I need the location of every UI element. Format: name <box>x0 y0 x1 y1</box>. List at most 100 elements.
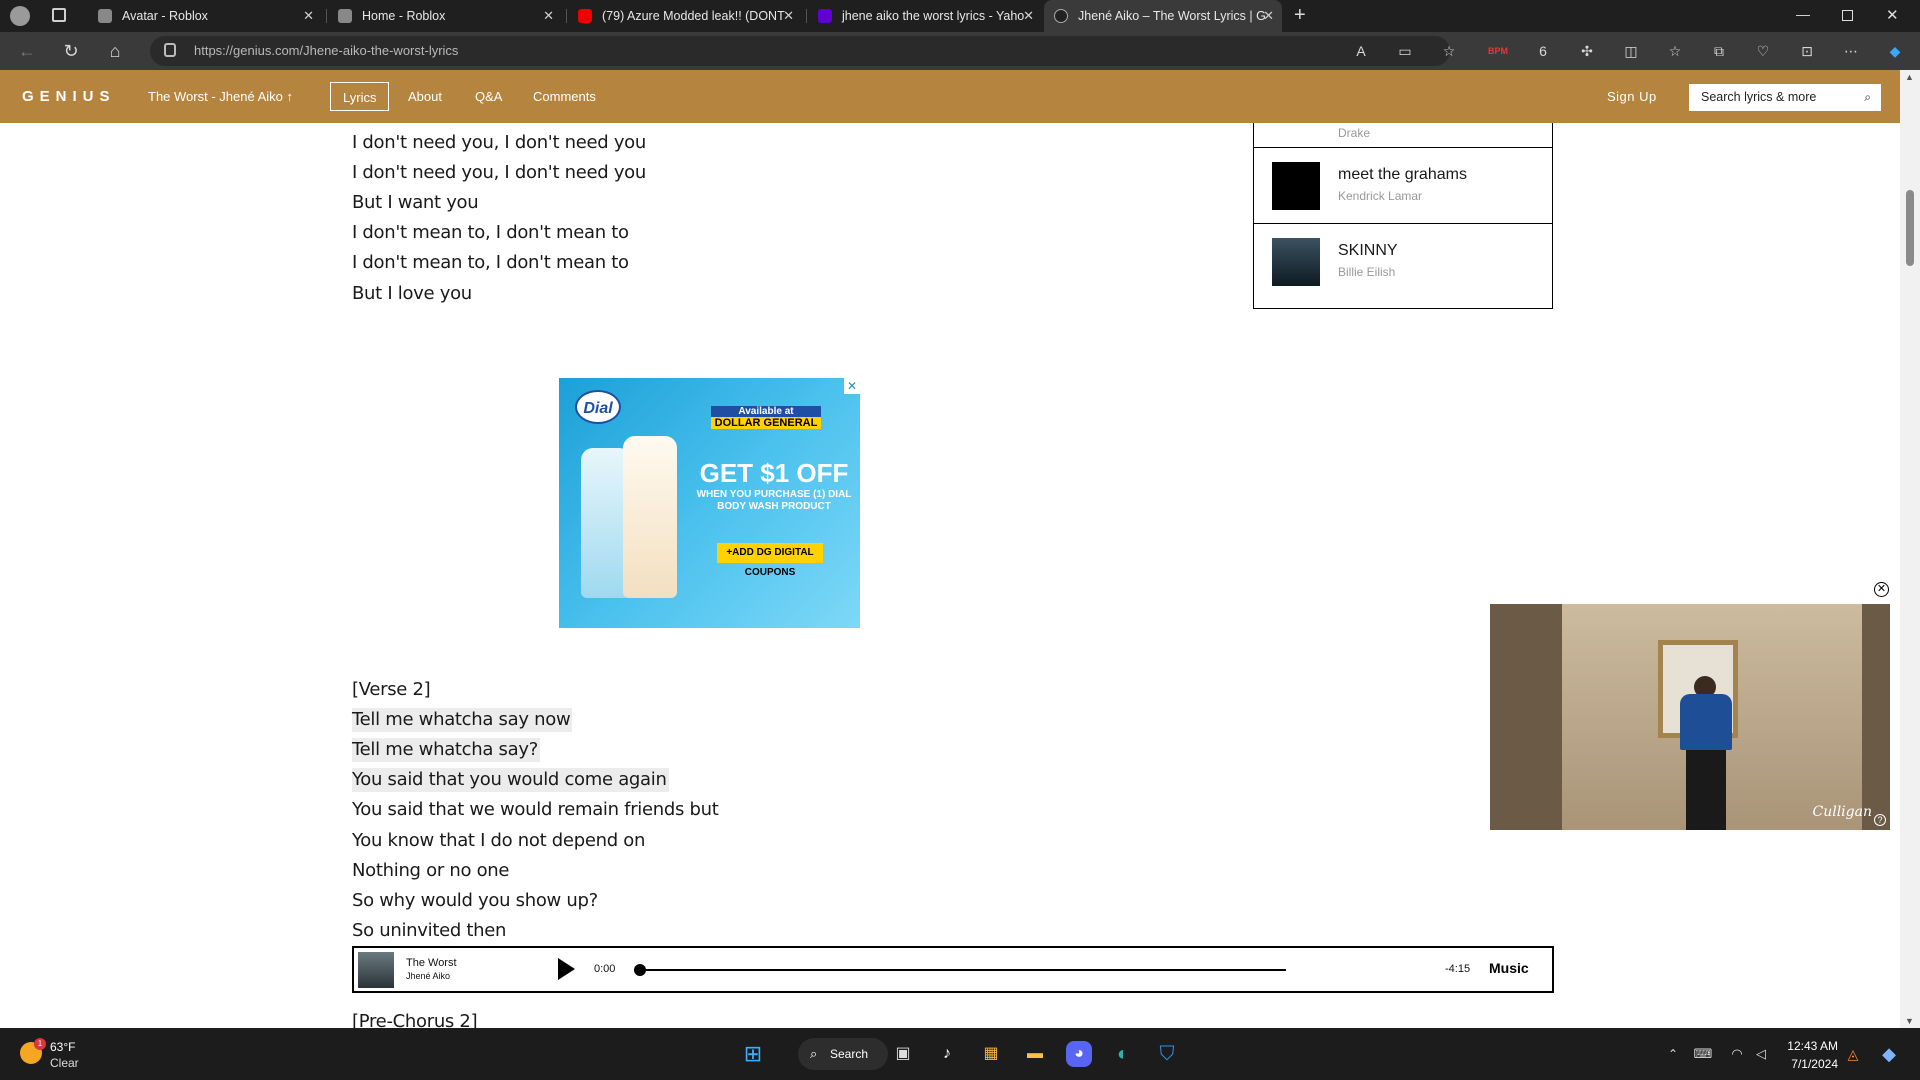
extension-red-icon[interactable]: BPM <box>1487 40 1509 62</box>
close-tab-icon[interactable]: ✕ <box>543 0 554 32</box>
notification-bell-icon[interactable]: ◬ <box>1840 1041 1866 1067</box>
close-tab-icon[interactable]: ✕ <box>303 0 314 32</box>
roblox-icon <box>338 9 352 23</box>
apple-music-logo[interactable]: Music <box>1489 960 1529 976</box>
favorite-star-icon[interactable]: ☆ <box>1438 40 1460 62</box>
scroll-up-icon[interactable]: ▲ <box>1905 72 1914 82</box>
close-tab-icon[interactable]: ✕ <box>1263 0 1274 32</box>
favorites-icon[interactable]: ☆ <box>1664 40 1686 62</box>
tab-avatar-roblox[interactable]: Avatar - Roblox ✕ <box>88 0 322 32</box>
url-text[interactable]: https://genius.com/Jhene-aiko-the-worst-… <box>194 36 458 66</box>
copilot-taskbar-icon[interactable]: ◆ <box>1876 1041 1902 1067</box>
tiktok-icon[interactable]: ♪ <box>934 1041 960 1067</box>
close-tab-icon[interactable]: ✕ <box>783 0 794 32</box>
windows-start-icon[interactable]: ⊞ <box>740 1041 766 1067</box>
lyric-line[interactable]: I don't mean to, I don't mean to <box>352 251 629 275</box>
lyric-line[interactable]: So why would you show up? <box>352 889 598 913</box>
ad-close-icon[interactable]: ✕ <box>844 378 860 394</box>
tab-yahoo[interactable]: jhene aiko the worst lyrics - Yaho ✕ <box>808 0 1042 32</box>
lyric-line[interactable]: But I want you <box>352 191 479 215</box>
info-icon[interactable]: ? <box>1874 814 1886 826</box>
lyric-line[interactable]: I don't mean to, I don't mean to <box>352 221 629 245</box>
lyric-line[interactable]: I don't need you, I don't need you <box>352 161 646 185</box>
progress-knob[interactable] <box>634 964 646 976</box>
wifi-icon[interactable]: ◠ <box>1724 1041 1750 1067</box>
tab-genius[interactable]: Jhené Aiko – The Worst Lyrics | G ✕ <box>1044 0 1282 32</box>
lyric-line[interactable]: You know that I do not depend on <box>352 829 645 853</box>
lyric-line[interactable]: So uninvited then <box>352 919 506 943</box>
restore-button[interactable] <box>1842 10 1853 21</box>
lyric-line-annotated[interactable]: You said that you would come again <box>352 768 669 792</box>
search-input[interactable]: Search lyrics & more ⌕ <box>1689 84 1881 111</box>
tab-lyrics[interactable]: Lyrics <box>330 82 390 111</box>
tab-youtube[interactable]: (79) Azure Modded leak!! (DONT ✕ <box>568 0 802 32</box>
volume-icon[interactable]: ◁ <box>1748 1041 1774 1067</box>
album-art <box>358 952 394 988</box>
weather-temperature[interactable]: 63°F <box>50 1040 75 1054</box>
tab-comments[interactable]: Comments <box>521 82 608 111</box>
copilot-icon[interactable]: ◆ <box>1884 40 1906 62</box>
search-icon[interactable]: ⌕ <box>1864 84 1871 111</box>
sign-up-link[interactable]: Sign Up <box>1607 70 1657 123</box>
more-menu-icon[interactable]: ⋯ <box>1840 40 1862 62</box>
tab-actions-icon[interactable] <box>52 8 66 22</box>
lyric-line[interactable]: But I love you <box>352 282 472 306</box>
profile-avatar[interactable] <box>10 6 30 26</box>
address-bar[interactable]: https://genius.com/Jhene-aiko-the-worst-… <box>150 36 1455 66</box>
edge-browser-icon[interactable]: ◐ <box>1110 1041 1136 1067</box>
lyric-line[interactable]: I don't need you, I don't need you <box>352 131 646 155</box>
lyric-line[interactable]: Nothing or no one <box>352 859 509 883</box>
file-explorer-icon[interactable]: ▬ <box>1022 1041 1048 1067</box>
collections-icon[interactable]: ⧉ <box>1708 40 1730 62</box>
read-aloud-icon[interactable]: A <box>1350 40 1372 62</box>
home-icon[interactable]: ⌂ <box>104 40 126 62</box>
clock-date[interactable]: 7/1/2024 <box>1780 1057 1838 1071</box>
lock-icon[interactable] <box>164 43 176 57</box>
extensions-puzzle-icon[interactable]: ✣ <box>1576 40 1598 62</box>
screenshot-icon[interactable]: ⊡ <box>1796 40 1818 62</box>
side-artist-drake[interactable]: Drake <box>1338 126 1370 140</box>
section-header[interactable]: [Pre-Chorus 2] <box>352 1010 478 1028</box>
scroll-down-icon[interactable]: ▼ <box>1905 1016 1914 1026</box>
windows-security-icon[interactable]: ⛉ <box>1154 1041 1180 1067</box>
list-item[interactable]: meet the grahams Kendrick Lamar <box>1254 147 1552 223</box>
list-item[interactable]: SKINNY Billie Eilish <box>1254 223 1552 299</box>
video-ad-player[interactable]: Culligan ? <box>1490 604 1890 830</box>
clock-time[interactable]: 12:43 AM <box>1786 1039 1838 1053</box>
close-tab-icon[interactable]: ✕ <box>1023 0 1034 32</box>
windows-taskbar: 1 63°F Clear ⊞ ⌕ Search ▣ ♪ ▦ ▬ ◕ ◐ ⛉ ⌃ … <box>0 1028 1920 1080</box>
play-button[interactable] <box>558 958 575 980</box>
genius-logo[interactable]: GENIUS <box>22 70 116 123</box>
immersive-reader-icon[interactable]: ▭ <box>1394 40 1416 62</box>
song-breadcrumb[interactable]: The Worst - Jhené Aiko ↑ <box>148 70 293 123</box>
minimize-button[interactable]: — <box>1796 6 1810 22</box>
lyric-line[interactable]: You said that we would remain friends bu… <box>352 798 719 822</box>
back-icon[interactable]: ← <box>16 40 38 62</box>
microsoft-store-icon[interactable]: ▦ <box>978 1041 1004 1067</box>
page-scrollbar[interactable]: ▲ ▼ <box>1900 70 1920 1028</box>
tab-about[interactable]: About <box>396 82 454 111</box>
extension-6-icon[interactable]: 6 <box>1532 40 1554 62</box>
split-screen-icon[interactable]: ◫ <box>1620 40 1642 62</box>
new-tab-button[interactable]: + <box>1294 4 1306 27</box>
lyric-line-annotated[interactable]: Tell me whatcha say now <box>352 708 573 732</box>
weather-condition[interactable]: Clear <box>50 1056 79 1070</box>
show-hidden-icons-chevron-up-icon[interactable]: ⌃ <box>1660 1041 1686 1067</box>
search-placeholder: Search lyrics & more <box>1701 90 1817 104</box>
tab-home-roblox[interactable]: Home - Roblox ✕ <box>328 0 562 32</box>
refresh-icon[interactable]: ↻ <box>60 40 82 62</box>
tab-qa[interactable]: Q&A <box>463 82 514 111</box>
scrollbar-thumb[interactable] <box>1906 190 1914 266</box>
taskbar-search[interactable]: ⌕ Search <box>798 1038 888 1070</box>
advertisement[interactable]: ✕ Dial Available at DOLLAR GENERAL GET $… <box>559 378 860 628</box>
close-window-button[interactable]: ✕ <box>1886 6 1899 24</box>
section-header[interactable]: [Verse 2] <box>352 678 431 702</box>
keyboard-icon[interactable]: ⌨ <box>1690 1041 1716 1067</box>
progress-track[interactable] <box>640 969 1286 971</box>
browser-essentials-icon[interactable]: ♡ <box>1752 40 1774 62</box>
lyric-line-annotated[interactable]: Tell me whatcha say? <box>352 738 540 762</box>
video-close-icon[interactable]: ✕ <box>1874 582 1889 597</box>
discord-icon[interactable]: ◕ <box>1066 1041 1092 1067</box>
search-icon: ⌕ <box>810 1046 818 1061</box>
task-view-icon[interactable]: ▣ <box>890 1041 916 1067</box>
